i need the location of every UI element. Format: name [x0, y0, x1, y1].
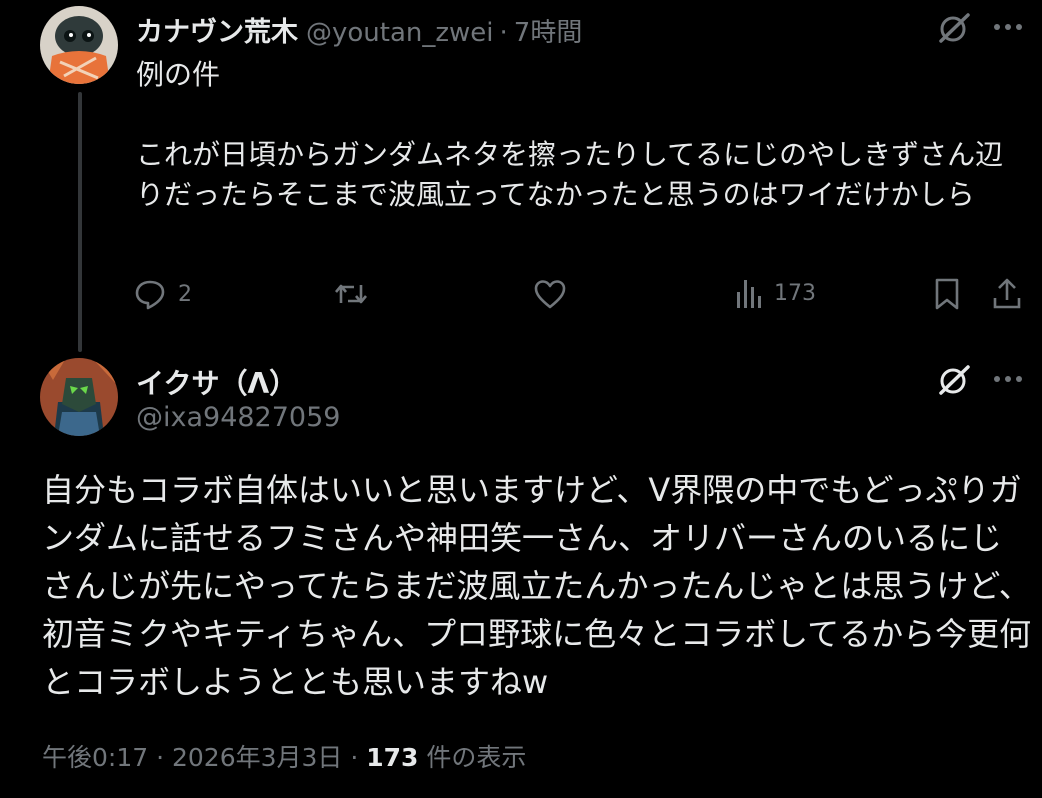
tweet2-views-number: 173 [366, 743, 419, 772]
like-button[interactable] [532, 276, 568, 312]
more-icon[interactable] [990, 12, 1026, 46]
share-button[interactable] [990, 276, 1024, 312]
reply-icon [135, 280, 165, 310]
tweet1-handle[interactable]: @youtan_zwei [306, 18, 494, 48]
retweet-button[interactable] [332, 276, 370, 312]
grok-icon[interactable] [936, 362, 972, 402]
avatar-kanavun[interactable] [40, 6, 118, 84]
tweet-thread: カナヴン荒木 @youtan_zwei · 7時間 例の件 これが日頃からガンダ… [0, 0, 1042, 798]
avatar-image [40, 358, 118, 436]
retweet-icon [335, 284, 367, 304]
tweet1-text: 例の件 これが日頃からガンダムネタを擦ったりしてるにじのやしきずさん辺りだったら… [136, 58, 1004, 211]
tweet2-display-name[interactable]: イクサ（Λ） [136, 362, 297, 402]
tweet1-action-bar: 2 173 [132, 276, 1028, 318]
reply-button[interactable]: 2 [132, 276, 192, 312]
avatar-ixa[interactable] [40, 358, 118, 436]
tweet1-header: カナヴン荒木 @youtan_zwei · 7時間 [136, 10, 582, 49]
views-icon [737, 280, 761, 308]
like-icon [534, 280, 566, 309]
reply-count: 2 [178, 281, 192, 307]
avatar-image [40, 6, 118, 84]
tweet1-display-name[interactable]: カナヴン荒木 [136, 10, 298, 49]
tweet2-timestamp[interactable]: 午後0:17 · 2026年3月3日 · [42, 743, 366, 772]
tweet2-meta: 午後0:17 · 2026年3月3日 · 173 件の表示 [42, 738, 526, 774]
tweet2-views-label: 件の表示 [418, 743, 527, 772]
views-button[interactable]: 173 [734, 276, 816, 310]
grok-icon[interactable] [936, 10, 972, 50]
tweet2-handle[interactable]: @ixa94827059 [136, 402, 340, 433]
tweet1-separator: · [499, 18, 508, 48]
tweet1-time[interactable]: 7時間 [514, 12, 583, 49]
share-icon [993, 278, 1021, 309]
tweet2-text: 自分もコラボ自体はいいと思いますけど、V界隈の中でもどっぷりガンダムに話せるフミ… [42, 471, 1032, 701]
more-icon[interactable] [990, 364, 1026, 398]
views-count: 173 [774, 280, 816, 306]
bookmark-button[interactable] [930, 276, 964, 312]
bookmark-icon [935, 278, 959, 310]
thread-connector-line [78, 92, 82, 352]
